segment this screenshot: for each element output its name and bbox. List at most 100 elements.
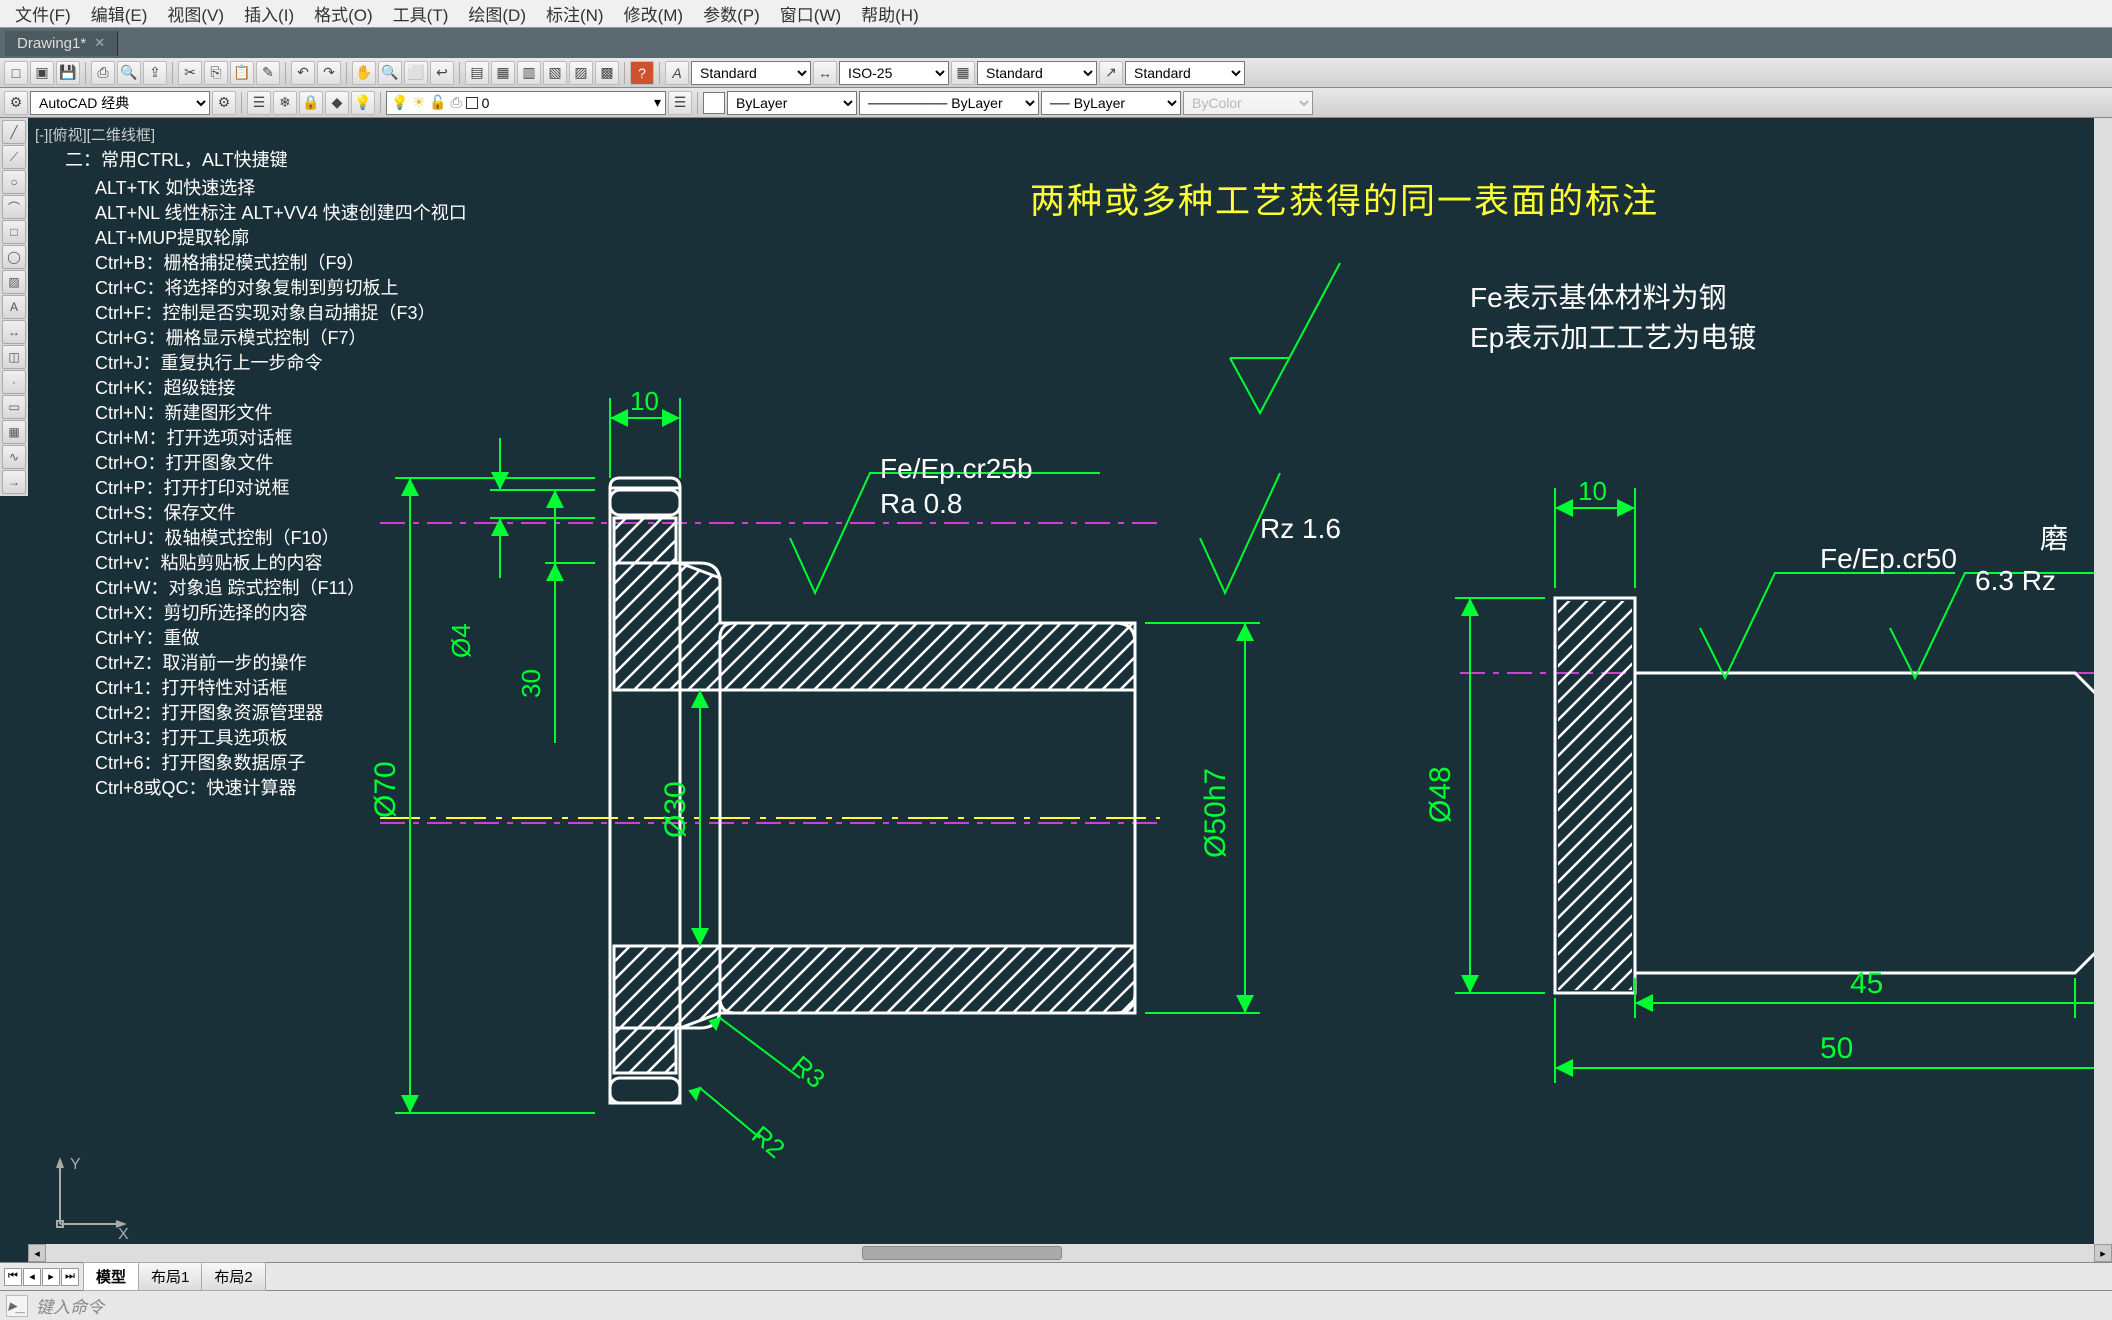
dim-d4: Ø4 — [446, 623, 476, 658]
ws-gear-icon[interactable]: ⚙ — [212, 91, 236, 115]
menu-format[interactable]: 格式(O) — [304, 1, 383, 26]
table-tool-icon[interactable]: ▦ — [2, 420, 26, 444]
layout-first-icon[interactable]: ⏮ — [4, 1268, 22, 1286]
layer-name-0[interactable]: 0 — [482, 95, 490, 111]
menu-help[interactable]: 帮助(H) — [851, 1, 929, 26]
pan-icon[interactable]: ✋ — [352, 61, 376, 85]
mleader-style-icon[interactable]: ↗ — [1099, 61, 1123, 85]
zoom-prev-icon[interactable]: ↩ — [430, 61, 454, 85]
layout-tab-model[interactable]: 模型 — [83, 1262, 139, 1291]
dim-d50: Ø50h7 — [1199, 768, 1232, 858]
menu-modify[interactable]: 修改(M) — [614, 1, 693, 26]
spline-tool-icon[interactable]: ∿ — [2, 445, 26, 469]
markup-icon[interactable]: ▨ — [569, 61, 593, 85]
layout-tab-2[interactable]: 布局2 — [201, 1262, 265, 1291]
copy-icon[interactable]: ⎘ — [204, 61, 228, 85]
ray-tool-icon[interactable]: → — [2, 470, 26, 494]
layer-color-icon[interactable]: ◆ — [325, 91, 349, 115]
circle-tool-icon[interactable]: ○ — [2, 170, 26, 194]
scroll-left-icon[interactable]: ◂ — [28, 1244, 46, 1262]
text-style-icon[interactable]: A — [665, 61, 689, 85]
layout-prev-icon[interactable]: ◂ — [23, 1268, 41, 1286]
rect-tool-icon[interactable]: □ — [2, 220, 26, 244]
menu-edit[interactable]: 编辑(E) — [81, 1, 158, 26]
command-line[interactable]: ▸_ 键入命令 — [0, 1290, 2112, 1320]
drawing-area[interactable]: ╱ ⟋ ○ ⌒ □ ◯ ▨ A ↔ ◫ · ▭ ▦ ∿ → [-][俯视][二维… — [0, 118, 2112, 1262]
open-icon[interactable]: ▣ — [30, 61, 54, 85]
zoom-window-icon[interactable]: ⬜ — [404, 61, 428, 85]
close-tab-icon[interactable]: ✕ — [94, 35, 105, 51]
match-icon[interactable]: ✎ — [256, 61, 280, 85]
block-tool-icon[interactable]: ◫ — [2, 345, 26, 369]
menu-dimension[interactable]: 标注(N) — [536, 1, 614, 26]
cut-icon[interactable]: ✂ — [178, 61, 202, 85]
scrollbar-vertical[interactable] — [2094, 118, 2112, 1244]
layer-lock-icon[interactable]: 🔒 — [299, 91, 323, 115]
paste-icon[interactable]: 📋 — [230, 61, 254, 85]
point-tool-icon[interactable]: · — [2, 370, 26, 394]
new-icon[interactable]: □ — [4, 61, 28, 85]
layout-next-icon[interactable]: ▸ — [42, 1268, 60, 1286]
mleader-style-select[interactable]: Standard — [1125, 61, 1245, 85]
table-style-select[interactable]: Standard — [977, 61, 1097, 85]
menu-tools[interactable]: 工具(T) — [383, 1, 459, 26]
layer-lock2-icon: 🔓 — [429, 94, 446, 111]
publish-icon[interactable]: ⇪ — [143, 61, 167, 85]
table-style-icon[interactable]: ▦ — [951, 61, 975, 85]
hatch-tool-icon[interactable]: ▨ — [2, 270, 26, 294]
menu-window[interactable]: 窗口(W) — [770, 1, 851, 26]
svg-text:Y: Y — [70, 1156, 81, 1173]
text-tool-icon[interactable]: A — [2, 295, 26, 319]
calc-icon[interactable]: ▩ — [595, 61, 619, 85]
text-style-select[interactable]: Standard — [691, 61, 811, 85]
sheet-icon[interactable]: ▧ — [543, 61, 567, 85]
linetype-select[interactable]: ──────── ByLayer — [859, 91, 1039, 115]
layer-off-icon[interactable]: 💡 — [351, 91, 375, 115]
layer-freeze-icon[interactable]: ❄ — [273, 91, 297, 115]
props-icon[interactable]: ▤ — [465, 61, 489, 85]
layer-dropdown-icon[interactable]: ▾ — [654, 94, 661, 111]
cad-drawing: 10 Ø4 30 Ø70 Ø30 Ø50h7 R3 R2 Fe/Ep.cr25b… — [0, 118, 2112, 1262]
cmd-chevron-icon[interactable]: ▸_ — [6, 1295, 28, 1317]
ellipse-tool-icon[interactable]: ◯ — [2, 245, 26, 269]
print-icon[interactable]: ⎙ — [91, 61, 115, 85]
color-swatch[interactable] — [703, 92, 725, 114]
scrollbar-horizontal[interactable]: ◂ ▸ — [28, 1244, 2112, 1262]
layout-tab-1[interactable]: 布局1 — [138, 1262, 202, 1291]
layout-last-icon[interactable]: ⏭ — [61, 1268, 79, 1286]
document-tab[interactable]: Drawing1* ✕ — [5, 31, 118, 56]
arc-tool-icon[interactable]: ⌒ — [2, 195, 26, 219]
menu-file[interactable]: 文件(F) — [5, 1, 81, 26]
layer-mgr-icon[interactable]: ☰ — [668, 91, 692, 115]
dcenter-icon[interactable]: ▦ — [491, 61, 515, 85]
color-select[interactable]: ByLayer — [727, 91, 857, 115]
dim-style-select[interactable]: ISO-25 — [839, 61, 949, 85]
scrollbar-thumb[interactable] — [862, 1246, 1062, 1260]
dim-d30: Ø30 — [659, 781, 692, 838]
scroll-right-icon[interactable]: ▸ — [2094, 1244, 2112, 1262]
dim-tool-icon[interactable]: ↔ — [2, 320, 26, 344]
menu-draw[interactable]: 绘图(D) — [458, 1, 536, 26]
menu-params[interactable]: 参数(P) — [693, 1, 770, 26]
dim-d70: Ø70 — [369, 761, 402, 818]
region-tool-icon[interactable]: ▭ — [2, 395, 26, 419]
help-icon[interactable]: ? — [630, 61, 654, 85]
preview-icon[interactable]: 🔍 — [117, 61, 141, 85]
ws-icon[interactable]: ⚙ — [4, 91, 28, 115]
menu-view[interactable]: 视图(V) — [157, 1, 234, 26]
pline-tool-icon[interactable]: ⟋ — [2, 145, 26, 169]
dim-45: 45 — [1850, 967, 1883, 1000]
redo-icon[interactable]: ↷ — [317, 61, 341, 85]
undo-icon[interactable]: ↶ — [291, 61, 315, 85]
zoom-icon[interactable]: 🔍 — [378, 61, 402, 85]
palette-icon[interactable]: ▥ — [517, 61, 541, 85]
layer-state-icon[interactable]: ☰ — [247, 91, 271, 115]
plotstyle-select[interactable]: ByColor — [1183, 91, 1313, 115]
menu-insert[interactable]: 插入(I) — [234, 1, 304, 26]
line-tool-icon[interactable]: ╱ — [2, 120, 26, 144]
workspace-select[interactable]: AutoCAD 经典 — [30, 91, 210, 115]
dim-style-icon[interactable]: ↔ — [813, 61, 837, 85]
lineweight-select[interactable]: ── ByLayer — [1041, 91, 1181, 115]
save-icon[interactable]: 💾 — [56, 61, 80, 85]
document-tab-bar: Drawing1* ✕ — [0, 28, 2112, 58]
